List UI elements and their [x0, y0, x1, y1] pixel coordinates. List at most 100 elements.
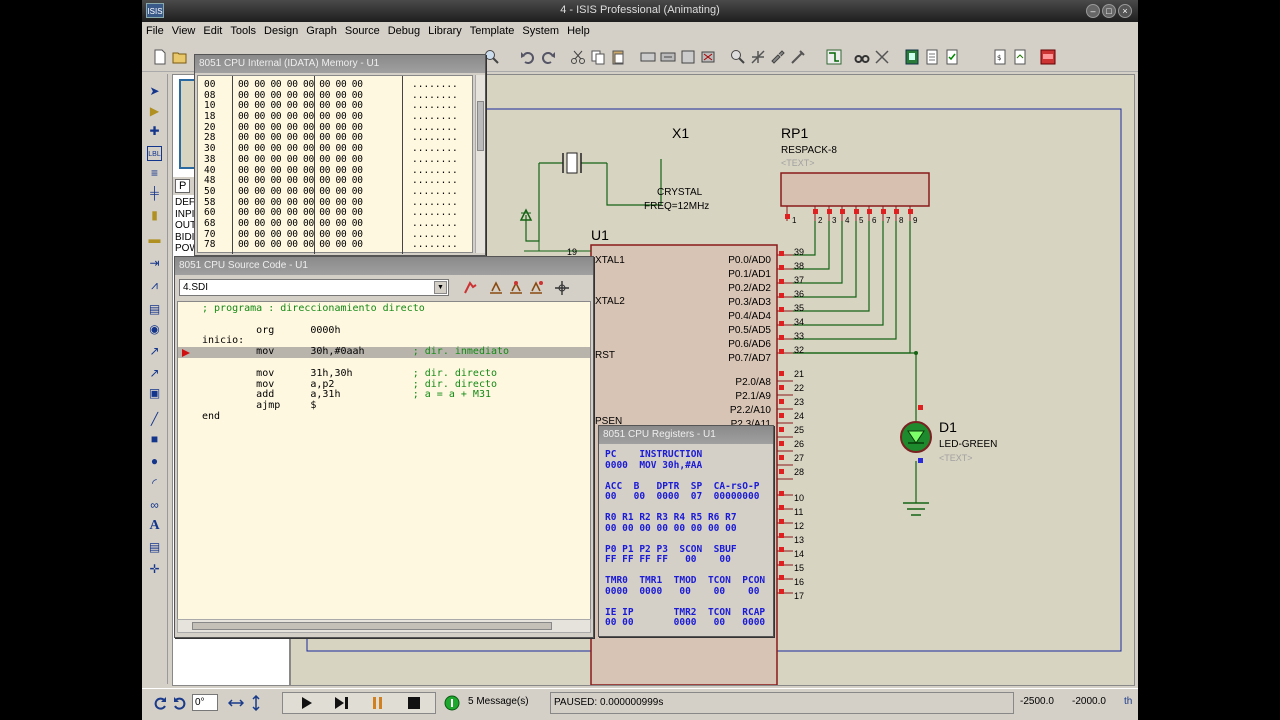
memory-scrollbar[interactable]	[475, 75, 485, 253]
maximize-button[interactable]: □	[1102, 4, 1116, 18]
bus-icon[interactable]: ╪	[147, 186, 162, 201]
rotation-angle-field[interactable]: 0°	[192, 694, 218, 711]
make-device-icon[interactable]	[750, 49, 766, 65]
block-rotate-icon[interactable]	[680, 49, 696, 65]
selection-mode-icon[interactable]: ➤	[147, 84, 162, 99]
step-button[interactable]	[327, 696, 357, 710]
source-window-title[interactable]: 8051 CPU Source Code - U1	[175, 257, 593, 275]
source-hscrollbar[interactable]	[177, 619, 591, 633]
menu-edit[interactable]: Edit	[199, 22, 226, 37]
source-code-window[interactable]: 8051 CPU Source Code - U1 4.SDI ▼ ; prog…	[174, 256, 594, 638]
messages-status-icon[interactable]	[444, 695, 460, 711]
menu-design[interactable]: Design	[260, 22, 302, 37]
pick-device-icon[interactable]	[730, 49, 746, 65]
path-tool-icon[interactable]: ∞	[147, 498, 162, 513]
circle-tool-icon[interactable]: ●	[147, 454, 162, 469]
symbol-tool-icon[interactable]: ▤	[147, 540, 162, 555]
memory-hex-values: 00 00 00 00 00 00 00 00	[238, 239, 363, 251]
component-mode-icon[interactable]: ▶	[147, 104, 162, 119]
new-file-icon[interactable]	[152, 49, 168, 65]
mirror-vertical-icon[interactable]	[248, 695, 264, 711]
menu-file[interactable]: File	[142, 22, 168, 37]
block-copy-icon[interactable]	[640, 49, 656, 65]
source-line[interactable]: ajmp $	[202, 400, 509, 412]
minimize-button[interactable]: –	[1086, 4, 1100, 18]
stop-button[interactable]	[399, 696, 429, 710]
registers-window-title[interactable]: 8051 CPU Registers - U1	[599, 426, 773, 444]
mirror-horizontal-icon[interactable]	[228, 695, 244, 711]
memory-window-title[interactable]: 8051 CPU Internal (IDATA) Memory - U1	[195, 55, 485, 73]
export-icon[interactable]: $	[992, 49, 1008, 65]
memory-window[interactable]: 8051 CPU Internal (IDATA) Memory - U1 00…	[194, 54, 486, 256]
step-out-icon[interactable]	[527, 279, 545, 297]
pause-button[interactable]	[363, 696, 393, 710]
packaging-tool-icon[interactable]	[770, 49, 786, 65]
tab-p[interactable]: P	[175, 179, 191, 193]
source-file-select[interactable]: 4.SDI ▼	[179, 279, 449, 296]
menu-template[interactable]: Template	[466, 22, 519, 37]
junction-dot-icon[interactable]: ✚	[147, 124, 162, 139]
current-probe-icon[interactable]: ↗	[147, 366, 162, 381]
units-indicator[interactable]: th	[1124, 696, 1132, 707]
line-tool-icon[interactable]: ╱	[147, 412, 162, 427]
run-icon[interactable]	[461, 279, 479, 297]
rotate-clockwise-icon[interactable]	[152, 695, 168, 711]
menu-source[interactable]: Source	[341, 22, 384, 37]
registers-window[interactable]: 8051 CPU Registers - U1 PC INSTRUCTION 00…	[598, 425, 774, 637]
menu-debug[interactable]: Debug	[384, 22, 424, 37]
redo-icon[interactable]	[540, 49, 556, 65]
zoom-icon[interactable]	[484, 49, 500, 65]
menu-system[interactable]: System	[518, 22, 563, 37]
wire-label-icon[interactable]: LBL	[147, 146, 162, 161]
menu-help[interactable]: Help	[563, 22, 594, 37]
wire-autorouter-icon[interactable]	[826, 49, 842, 65]
box-tool-icon[interactable]: ■	[147, 432, 162, 447]
source-line[interactable]	[202, 315, 509, 326]
text-tool-icon[interactable]: A	[147, 518, 162, 533]
cut-icon[interactable]	[570, 49, 586, 65]
bill-of-materials-icon[interactable]	[904, 49, 920, 65]
copy-icon[interactable]	[590, 49, 606, 65]
marker-tool-icon[interactable]: ✛	[147, 562, 162, 577]
menu-library[interactable]: Library	[424, 22, 466, 37]
virtual-instrument-icon[interactable]: ▣	[147, 386, 162, 401]
property-tool-icon[interactable]	[874, 49, 890, 65]
open-folder-icon[interactable]	[172, 49, 188, 65]
text-script-icon[interactable]: ≡	[147, 166, 162, 181]
block-delete-icon[interactable]	[700, 49, 716, 65]
step-into-icon[interactable]	[507, 279, 525, 297]
source-line[interactable]: org 0000h	[202, 325, 509, 337]
graph-icon[interactable]: ⩘	[147, 278, 162, 293]
menu-graph[interactable]: Graph	[302, 22, 341, 37]
subcircuit-icon[interactable]: ▮	[147, 208, 162, 223]
block-move-icon[interactable]	[660, 49, 676, 65]
device-pin-icon[interactable]: ⇥	[147, 256, 162, 271]
source-line[interactable]: ; programa : direccionamiento directo	[202, 303, 509, 315]
netlist-icon[interactable]	[924, 49, 940, 65]
pin-number: 11	[794, 507, 804, 517]
menu-view[interactable]: View	[168, 22, 200, 37]
chevron-down-icon[interactable]: ▼	[434, 281, 447, 294]
source-line[interactable]: end	[202, 411, 509, 423]
step-over-icon[interactable]	[487, 279, 505, 297]
electrical-check-icon[interactable]	[944, 49, 960, 65]
close-button[interactable]: ×	[1118, 4, 1132, 18]
decompose-icon[interactable]	[790, 49, 806, 65]
rotate-counterclockwise-icon[interactable]	[172, 695, 188, 711]
play-button[interactable]	[291, 696, 321, 710]
toggle-breakpoint-icon[interactable]	[553, 279, 571, 297]
source-line[interactable]: mov 30h,#0aah ; dir. inmediato	[202, 346, 509, 358]
source-code-area[interactable]: ; programa : direccionamiento directo or…	[177, 301, 591, 621]
menu-tools[interactable]: Tools	[226, 22, 260, 37]
generator-icon[interactable]: ◉	[147, 322, 162, 337]
terminal-icon[interactable]: ▬	[147, 232, 162, 247]
tape-recorder-icon[interactable]: ▤	[147, 302, 162, 317]
voltage-probe-icon[interactable]: ↗	[147, 344, 162, 359]
messages-count[interactable]: 5 Message(s)	[468, 696, 529, 707]
ares-icon[interactable]	[1040, 49, 1056, 65]
undo-icon[interactable]	[520, 49, 536, 65]
paste-icon[interactable]	[610, 49, 626, 65]
arc-tool-icon[interactable]: ◜	[147, 476, 162, 491]
pdf-export-icon[interactable]	[1012, 49, 1028, 65]
search-tag-icon[interactable]	[854, 49, 870, 65]
